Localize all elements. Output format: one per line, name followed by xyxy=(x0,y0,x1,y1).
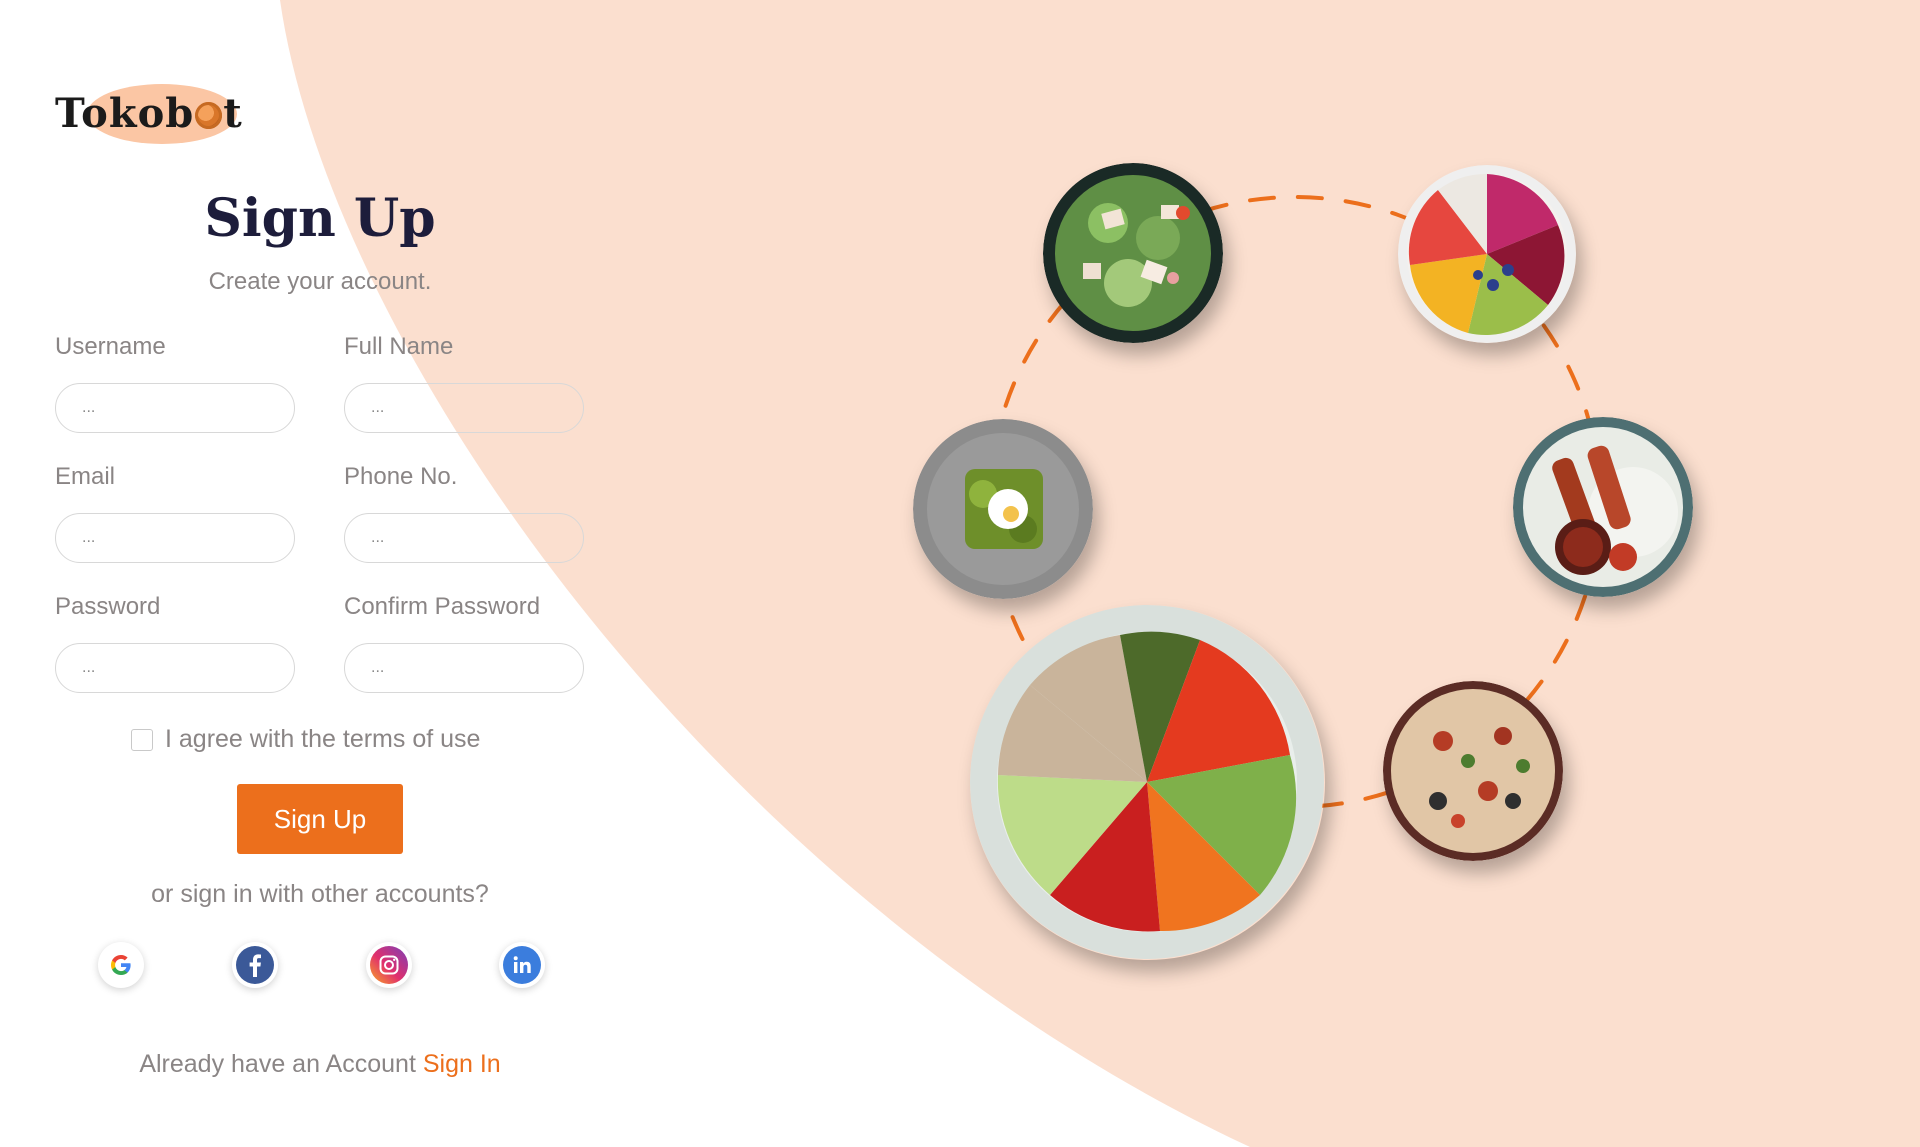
username-input[interactable] xyxy=(55,383,295,433)
linkedin-button[interactable] xyxy=(499,942,545,988)
grain-bowl-illustration xyxy=(970,605,1324,959)
password-input[interactable] xyxy=(55,643,295,693)
terms-label: I agree with the terms of use xyxy=(165,725,481,753)
alt-signin-text: or sign in with other accounts? xyxy=(151,880,489,908)
signin-link[interactable]: Sign In xyxy=(423,1050,501,1078)
terms-row: I agree with the terms of use xyxy=(131,725,480,754)
linkedin-icon xyxy=(503,946,541,984)
facebook-button[interactable] xyxy=(232,942,278,988)
signup-button[interactable]: Sign Up xyxy=(237,784,403,854)
email-input[interactable] xyxy=(55,513,295,563)
salad-bowl-image xyxy=(1043,163,1223,343)
terms-checkbox[interactable] xyxy=(131,728,153,751)
email-label: Email xyxy=(55,463,116,490)
kebab-plate-illustration xyxy=(1513,417,1693,597)
smoothie-bowl-illustration xyxy=(1398,165,1576,343)
confirm-password-input[interactable] xyxy=(344,643,584,693)
password-label: Password xyxy=(55,593,161,620)
full-name-input[interactable] xyxy=(344,383,584,433)
facebook-icon xyxy=(236,946,274,984)
signup-page: Tokob t Sign Up Create your account. User… xyxy=(0,0,1920,1147)
full-name-label: Full Name xyxy=(344,333,454,360)
avocado-toast-illustration xyxy=(913,419,1093,599)
instagram-icon xyxy=(370,946,408,984)
kebab-plate-image xyxy=(1513,417,1693,597)
phone-label: Phone No. xyxy=(344,463,458,490)
pizza-image xyxy=(1383,681,1563,861)
page-subtitle: Create your account. xyxy=(208,268,432,295)
smoothie-bowl-image xyxy=(1398,165,1576,343)
google-icon xyxy=(111,955,131,975)
grain-bowl-image xyxy=(970,605,1325,960)
google-button[interactable] xyxy=(98,942,144,988)
salad-bowl-illustration xyxy=(1043,163,1223,343)
username-label: Username xyxy=(55,333,166,360)
confirm-password-label: Confirm Password xyxy=(344,593,541,620)
logo-text: Tokob t xyxy=(55,90,243,137)
signin-prompt-text: Already have an Account xyxy=(139,1050,416,1078)
signin-prompt: Already have an Account Sign In xyxy=(55,1050,585,1079)
brand-logo[interactable]: Tokob t xyxy=(55,84,255,146)
phone-input[interactable] xyxy=(344,513,584,563)
instagram-button[interactable] xyxy=(366,942,412,988)
page-title: Sign Up xyxy=(204,188,436,249)
pizza-illustration xyxy=(1383,681,1563,861)
logo-food-icon xyxy=(195,102,223,129)
social-buttons xyxy=(55,942,585,1002)
avocado-toast-image xyxy=(913,419,1093,599)
